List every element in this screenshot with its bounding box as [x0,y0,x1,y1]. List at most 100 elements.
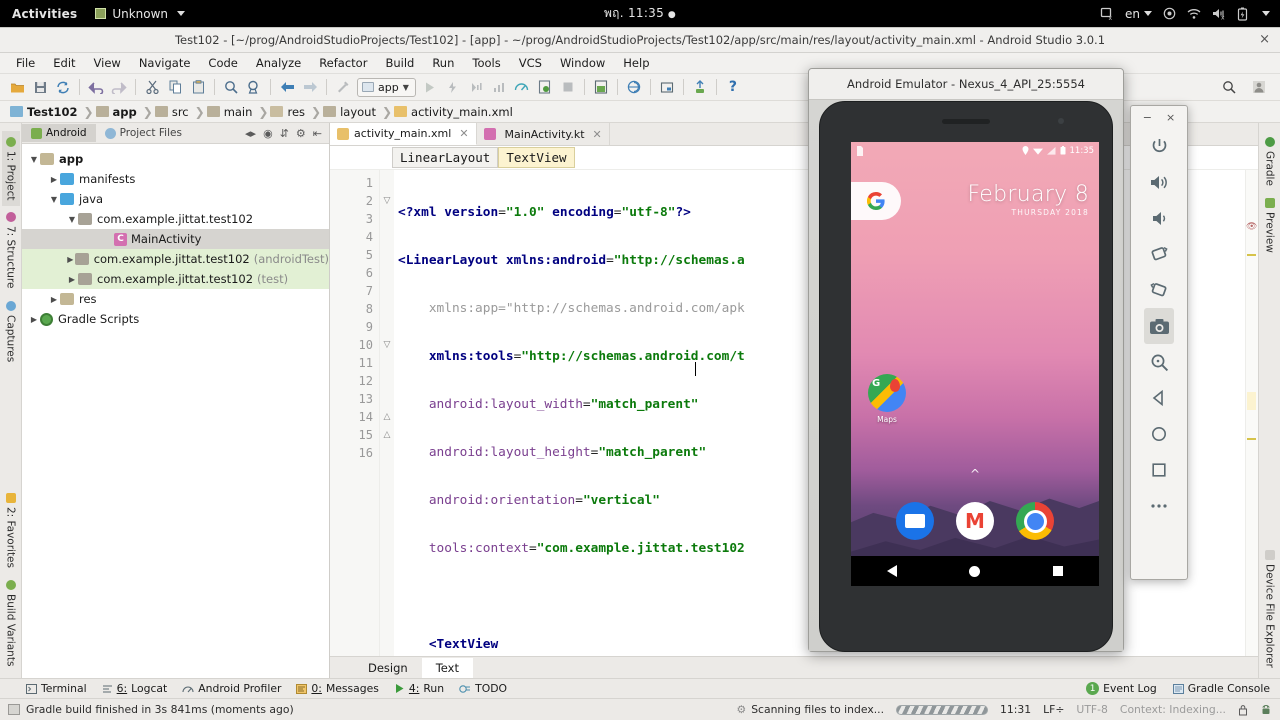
line-separator-label[interactable]: LF÷ [1043,703,1064,716]
sidebar-item-gradle[interactable]: Gradle [1261,131,1279,192]
menu-item-file[interactable]: File [8,54,43,72]
menu-item-vcs[interactable]: VCS [511,54,550,72]
attach-debugger-icon[interactable] [534,77,556,98]
gmail-icon[interactable]: M [956,502,994,540]
breadcrumb-item-src[interactable]: src [153,105,195,119]
breadcrumb-item-layout[interactable]: layout [321,105,382,119]
tree-item-app[interactable]: ▼ app [22,149,329,169]
copy-icon[interactable] [164,77,186,98]
system-menu-caret-icon[interactable] [1262,11,1270,16]
encoding-label[interactable]: UTF-8 [1076,703,1107,716]
tab-android[interactable]: Android [22,124,96,142]
paste-icon[interactable] [187,77,209,98]
tree-item-package[interactable]: ▼ com.example.jittat.test102 [22,209,329,229]
date-widget[interactable]: February 8 THURSDAY 2018 [968,182,1089,217]
app-shortcut-maps[interactable]: G Maps [865,374,909,424]
chevron-right-icon[interactable]: ▶ [28,315,40,324]
stripe-mark[interactable] [1247,254,1256,256]
collapse-all-icon[interactable]: ⇵ [280,127,289,140]
cut-icon[interactable] [141,77,163,98]
tab-design[interactable]: Design [354,658,422,678]
fold-marker[interactable]: △ [380,426,394,444]
google-search-widget[interactable] [851,182,901,220]
menu-item-code[interactable]: Code [200,54,245,72]
fold-marker[interactable]: △ [380,408,394,426]
menu-item-tools[interactable]: Tools [464,54,508,72]
status-clock[interactable]: 11:31 [1000,703,1031,716]
volume-muted-icon[interactable]: x [1212,7,1226,20]
save-all-icon[interactable] [29,77,51,98]
volume-up-icon[interactable] [1144,164,1174,200]
emulator-close-button[interactable]: × [1166,111,1175,124]
fold-marker[interactable]: ▽ [380,336,394,354]
editor-tab-mainactivity-kt[interactable]: MainActivity.kt ✕ [477,123,610,145]
recents-button[interactable] [1052,566,1063,576]
zoom-icon[interactable] [1144,344,1174,380]
breadcrumb-item-project[interactable]: Test102 [8,105,83,119]
activities-button[interactable]: Activities [12,7,77,21]
help-icon[interactable]: ? [722,77,744,98]
component-linearlayout[interactable]: LinearLayout [392,147,499,168]
target-icon[interactable]: ◉ [263,127,273,140]
tool-event-log[interactable]: 1 Event Log [1086,682,1157,695]
tab-project-files[interactable]: Project Files [96,124,191,142]
wifi-icon[interactable] [1187,8,1201,20]
tool-run[interactable]: 4: Run [394,682,444,695]
stripe-mark-caret[interactable] [1247,392,1256,410]
rotate-right-icon[interactable] [1144,272,1174,308]
tool-todo[interactable]: TODO [459,682,507,695]
screenshot-icon[interactable] [1144,308,1174,344]
open-folder-icon[interactable] [6,77,28,98]
stripe-mark[interactable] [1247,438,1256,440]
tool-messages[interactable]: 0: Messages [296,682,379,695]
tool-terminal[interactable]: Terminal [26,682,87,695]
menu-item-run[interactable]: Run [424,54,462,72]
avd-manager-icon[interactable] [590,77,612,98]
editor-tab-activity-main-xml[interactable]: activity_main.xml ✕ [330,123,477,145]
menu-item-build[interactable]: Build [377,54,422,72]
power-icon[interactable] [1144,128,1174,164]
error-stripe-gutter[interactable]: 👁 [1245,170,1258,656]
device-screen[interactable]: 11:35 February 8 THURSDAY 2018 G Maps ^ … [851,142,1099,586]
sdk-manager-icon[interactable] [623,77,645,98]
lock-icon[interactable] [1238,704,1248,716]
layout-inspector-icon[interactable] [656,77,678,98]
home-icon[interactable] [1144,416,1174,452]
chevron-right-icon[interactable]: ▶ [48,295,60,304]
breadcrumb-item-main[interactable]: main [205,105,259,119]
tab-text[interactable]: Text [421,657,473,678]
close-icon[interactable]: ✕ [593,128,602,141]
tree-item-gradle-scripts[interactable]: ▶ Gradle Scripts [22,309,329,329]
volume-down-icon[interactable] [1144,200,1174,236]
emulator-window[interactable]: Android Emulator - Nexus_4_API_25:5554 1… [808,68,1124,652]
tool-gradle-console[interactable]: Gradle Console [1172,682,1270,695]
location-icon[interactable] [1163,7,1176,20]
overview-icon[interactable] [1144,452,1174,488]
hide-panel-icon[interactable]: ⇤ [313,127,322,140]
menu-item-help[interactable]: Help [615,54,657,72]
close-icon[interactable]: ✕ [459,127,468,140]
app-drawer-handle-icon[interactable]: ^ [970,467,980,481]
tree-item-mainactivity[interactable]: C MainActivity [22,229,329,249]
chevron-right-icon[interactable]: ▶ [66,255,75,264]
sidebar-item-device-file-explorer[interactable]: Device File Explorer [1261,544,1279,674]
gear-icon[interactable]: ⚙ [296,127,306,140]
sidebar-item-build-variants[interactable]: Build Variants [2,574,20,672]
menu-item-view[interactable]: View [86,54,129,72]
rotate-left-icon[interactable] [1144,236,1174,272]
menu-item-window[interactable]: Window [552,54,613,72]
expand-collapse-icon[interactable]: ◂▸ [245,127,256,140]
tool-logcat[interactable]: 6: Logcat [102,682,167,695]
run-configuration-selector[interactable]: app ▼ [357,77,416,97]
tree-item-manifests[interactable]: ▶ manifests [22,169,329,189]
user-icon[interactable] [1248,77,1270,98]
find-replace-icon[interactable] [243,77,265,98]
back-button[interactable] [887,565,898,577]
back-icon[interactable] [276,77,298,98]
device-monitor-icon[interactable] [689,77,711,98]
chevron-down-icon[interactable]: ▼ [48,195,60,204]
tree-item-package-androidtest[interactable]: ▶ com.example.jittat.test102 (androidTes… [22,249,329,269]
chrome-icon[interactable] [1016,502,1054,540]
menu-item-refactor[interactable]: Refactor [311,54,375,72]
undo-icon[interactable] [85,77,107,98]
